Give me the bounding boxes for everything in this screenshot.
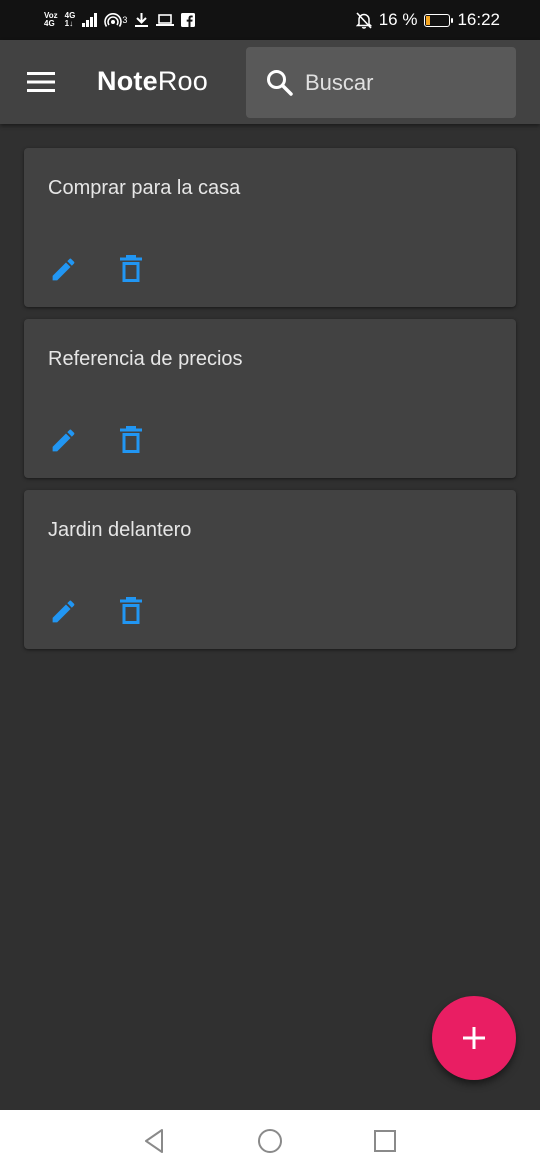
note-card[interactable]: Comprar para la casa [24,148,516,307]
search-input[interactable] [305,69,495,96]
clock: 16:22 [457,10,500,29]
carrier-bottom: 4G [44,19,55,28]
battery-fill [426,15,431,25]
note-actions [48,252,146,286]
status-left: Voz 4G 4G 1↓ 3 [44,12,196,28]
pencil-icon [52,600,74,622]
search-icon [267,70,293,96]
facebook-icon [181,13,196,27]
app-title-bold: Note [97,66,158,96]
hotspot-icon: 3 [104,12,127,28]
trash-icon [120,426,142,453]
search-box[interactable] [246,47,516,118]
nav-back-button[interactable] [140,1127,168,1155]
home-circle-icon [258,1129,282,1153]
battery-percent: 16 % [378,10,418,29]
note-title: Jardin delantero [48,519,192,541]
pencil-icon [52,258,74,280]
note-list: Comprar para la casa Referencia de preci… [24,148,516,661]
status-bar: Voz 4G 4G 1↓ 3 16 % 16:22 [0,0,540,40]
note-actions [48,423,146,457]
app-title: NoteRoo [97,66,208,97]
edit-note-button[interactable] [48,423,78,457]
battery-icon [424,13,454,27]
hotspot-count: 3 [122,15,128,25]
system-nav-bar [0,1110,540,1170]
plus-icon [463,1027,485,1049]
signal-icon [82,13,98,27]
app-bar: NoteRoo [0,40,540,124]
nav-home-button[interactable] [256,1127,284,1155]
back-triangle-icon [145,1129,163,1153]
app-title-rest: Roo [157,66,208,96]
recents-square-icon [374,1130,396,1152]
menu-button[interactable] [20,61,62,103]
download-icon [134,12,149,28]
status-right: 16 % 16:22 [355,10,500,30]
nav-recents-button[interactable] [371,1127,399,1155]
trash-icon [120,255,142,282]
network-label: 4G 1↓ [65,12,76,28]
edit-note-button[interactable] [48,252,78,286]
delete-note-button[interactable] [116,423,146,457]
note-card[interactable]: Jardin delantero [24,490,516,649]
edit-note-button[interactable] [48,594,78,628]
note-actions [48,594,146,628]
carrier-label: Voz 4G [44,12,58,28]
network-bottom: 1↓ [64,19,74,28]
note-title: Comprar para la casa [48,177,241,199]
notifications-off-icon [355,11,372,29]
laptop-icon [156,13,175,27]
delete-note-button[interactable] [116,594,146,628]
pencil-icon [52,429,74,451]
note-card[interactable]: Referencia de precios [24,319,516,478]
delete-note-button[interactable] [116,252,146,286]
note-title: Referencia de precios [48,348,243,370]
trash-icon [120,597,142,624]
add-note-button[interactable] [432,996,516,1080]
hamburger-menu-icon [27,72,55,92]
